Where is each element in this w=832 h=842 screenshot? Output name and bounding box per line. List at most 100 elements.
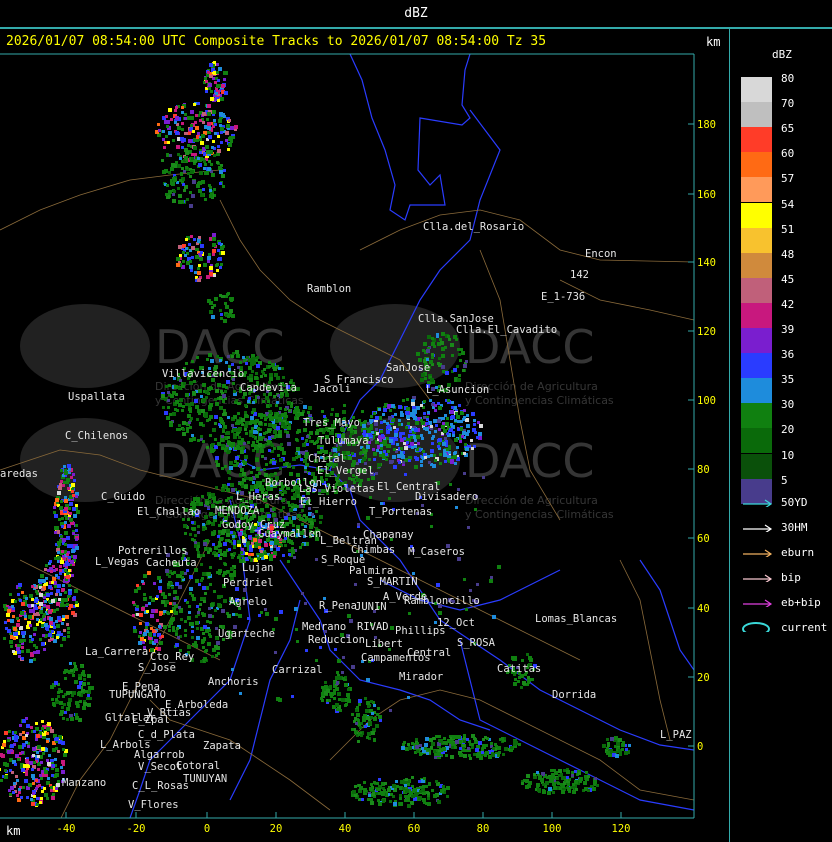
echo-pixel	[228, 143, 232, 147]
echo-pixel	[46, 797, 49, 800]
echo-pixel	[73, 555, 77, 559]
echo-pixel	[203, 625, 207, 629]
echo-pixel	[169, 154, 172, 157]
legend-label-39: 39	[781, 323, 795, 336]
echo-pixel	[256, 440, 259, 443]
echo-pixel	[407, 783, 410, 786]
echo-pixel	[407, 743, 410, 746]
echo-pixel	[204, 198, 207, 201]
echo-pixel	[208, 131, 211, 134]
echo-pixel	[225, 305, 229, 309]
echo-pixel	[189, 533, 192, 536]
echo-pixel	[222, 394, 226, 398]
echo-pixel	[454, 438, 458, 442]
place-label: Agrelo	[229, 596, 267, 608]
echo-pixel	[64, 499, 68, 503]
echo-pixel	[279, 610, 283, 614]
echo-pixel	[230, 531, 233, 534]
echo-pixel	[42, 752, 45, 755]
echo-pixel	[75, 713, 78, 716]
echo-pixel	[191, 360, 194, 363]
echo-pixel	[281, 422, 285, 426]
echo-pixel	[219, 418, 223, 422]
echo-pixel	[62, 763, 65, 766]
echo-pixel	[189, 587, 193, 591]
x-tick-label: 20	[270, 823, 283, 835]
echo-pixel	[264, 457, 267, 460]
echo-pixel	[217, 149, 221, 153]
echo-pixel	[44, 623, 48, 627]
echo-pixel	[459, 359, 462, 362]
echo-pixel	[400, 447, 403, 450]
echo-pixel	[360, 451, 363, 454]
echo-pixel	[61, 525, 64, 528]
echo-pixel	[395, 438, 398, 441]
echo-pixel	[219, 500, 222, 503]
echo-pixel	[214, 422, 217, 425]
echo-pixel	[208, 353, 212, 357]
echo-pixel	[60, 500, 63, 503]
echo-pixel	[230, 126, 234, 130]
echo-pixel	[235, 422, 238, 425]
echo-pixel	[283, 490, 286, 493]
echo-pixel	[209, 310, 213, 314]
echo-pixel	[387, 426, 390, 429]
echo-pixel	[368, 433, 372, 437]
legend-label-42: 42	[781, 297, 795, 311]
echo-pixel	[75, 524, 78, 527]
echo-pixel	[420, 434, 423, 437]
echo-pixel	[364, 420, 367, 423]
echo-pixel	[172, 412, 176, 416]
echo-pixel	[212, 243, 216, 247]
echo-pixel	[64, 507, 68, 511]
echo-pixel	[380, 502, 383, 505]
echo-pixel	[442, 785, 445, 788]
echo-pixel	[223, 412, 227, 416]
echo-pixel	[231, 314, 235, 318]
echo-pixel	[479, 424, 483, 428]
place-label: Zapata	[203, 740, 241, 752]
echo-pixel	[188, 132, 191, 135]
echo-pixel	[197, 271, 201, 275]
legend-label-45: 45	[781, 272, 795, 286]
echo-pixel	[72, 532, 75, 535]
echo-pixel	[227, 470, 231, 474]
echo-pixel	[47, 569, 50, 572]
echo-pixel	[469, 589, 472, 592]
echo-pixel	[376, 432, 379, 435]
echo-pixel	[64, 521, 67, 524]
echo-pixel	[197, 267, 200, 270]
echo-pixel	[34, 604, 37, 607]
echo-pixel	[49, 560, 52, 563]
echo-pixel	[440, 341, 444, 345]
echo-pixel	[26, 724, 30, 728]
echo-pixel	[184, 629, 187, 632]
echo-pixel	[209, 548, 212, 551]
echo-pixel	[220, 317, 223, 320]
echo-pixel	[381, 434, 384, 437]
legend-swatch-65	[741, 127, 772, 153]
echo-pixel	[351, 665, 355, 669]
echo-pixel	[325, 478, 328, 481]
echo-pixel	[39, 602, 43, 606]
echo-pixel	[319, 646, 322, 649]
echo-pixel	[462, 369, 465, 372]
echo-pixel	[69, 502, 73, 506]
echo-pixel	[200, 563, 203, 566]
echo-pixel	[200, 244, 204, 248]
echo-pixel	[32, 747, 36, 751]
echo-pixel	[220, 131, 223, 134]
echo-pixel	[398, 423, 401, 426]
echo-pixel	[181, 122, 184, 125]
echo-pixel	[367, 428, 371, 432]
echo-pixel	[370, 415, 373, 418]
echo-pixel	[513, 743, 516, 746]
echo-pixel	[62, 584, 65, 587]
echo-pixel	[163, 625, 167, 629]
echo-pixel	[63, 671, 66, 674]
echo-pixel	[43, 648, 46, 651]
echo-pixel	[56, 602, 60, 606]
place-label: Guaymallen	[258, 528, 321, 540]
echo-pixel	[230, 496, 233, 499]
echo-pixel	[469, 743, 472, 746]
